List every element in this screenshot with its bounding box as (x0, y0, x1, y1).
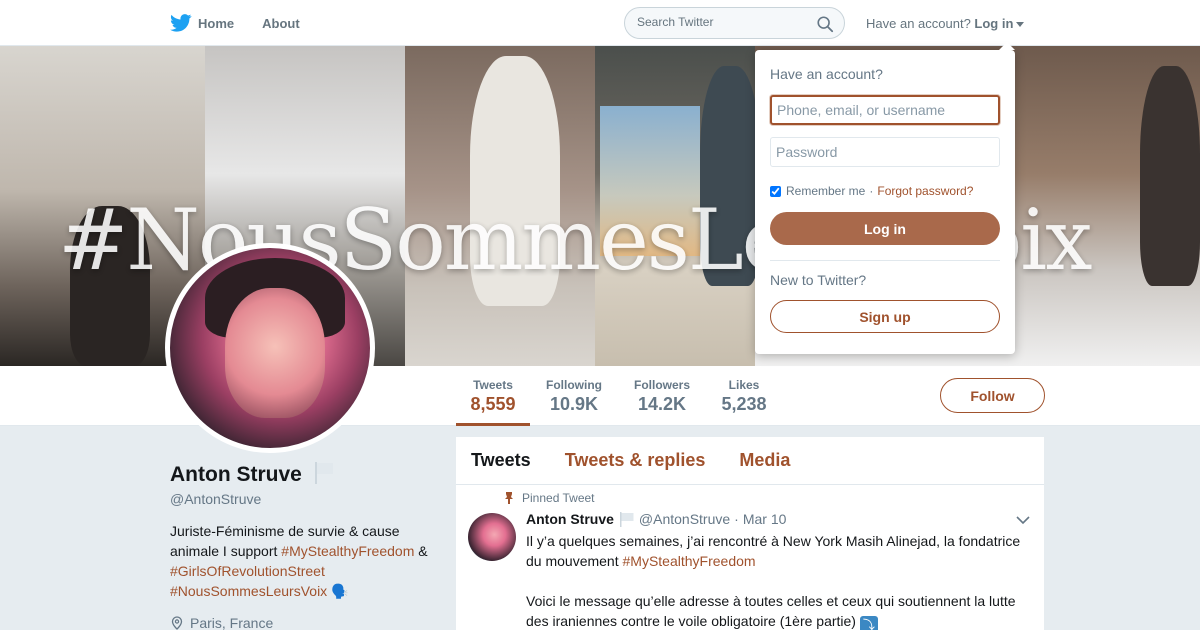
stat-label: Following (546, 378, 602, 392)
tweet-text: Il y’a quelques semaines, j’ai rencontré… (526, 531, 1026, 630)
profile-location: Paris, France (170, 615, 273, 630)
tweet-hashtag-link[interactable]: #MyStealthyFreedom (623, 553, 756, 569)
tweet-avatar[interactable] (468, 513, 516, 561)
tweet-text-part: Il y’a quelques semaines, j’ai rencontré… (526, 533, 1021, 569)
tweet-author-handle[interactable]: @AntonStruve (639, 511, 730, 527)
remember-me-row: Remember me · Forgot password? (770, 184, 973, 198)
tweet-author-name[interactable]: Anton Struve (526, 511, 614, 527)
search-icon[interactable] (816, 15, 834, 33)
username-field[interactable] (770, 95, 1000, 125)
caret-down-icon[interactable] (1016, 22, 1025, 28)
bio-hashtag-link[interactable]: #GirlsOfRevolutionStreet (170, 563, 325, 579)
profile-bio: Juriste-Féminisme de survie & cause anim… (170, 521, 440, 601)
bio-text: & (414, 543, 428, 559)
flag-icon (315, 462, 333, 484)
tweet-text-part: Voici le message qu’elle adresse à toute… (526, 593, 1016, 629)
stat-value: 10.9K (549, 394, 599, 414)
login-menu-toggle[interactable]: Log in (974, 16, 1013, 31)
login-button[interactable]: Log in (770, 212, 1000, 245)
home-link[interactable]: Home (170, 14, 234, 32)
location-pin-icon (171, 616, 183, 630)
pinned-text: Pinned Tweet (522, 491, 595, 505)
stat-tweets[interactable]: Tweets 8,559 (456, 378, 530, 415)
chevron-down-icon[interactable] (1016, 515, 1030, 525)
active-tab-underline (456, 423, 530, 426)
bio-hashtag-link[interactable]: #MyStealthyFreedom (281, 543, 414, 559)
stat-label: Tweets (473, 378, 513, 392)
signup-button[interactable]: Sign up (770, 300, 1000, 333)
arrow-down-emoji: ⤵ (859, 616, 878, 630)
forgot-password-link[interactable]: Forgot password? (877, 184, 973, 198)
remember-me-label[interactable]: Remember me (786, 184, 865, 198)
nav-links: Home About (170, 0, 328, 46)
search-box (624, 7, 845, 39)
dropdown-divider (770, 260, 1000, 261)
home-label: Home (198, 15, 235, 31)
top-nav: Home About Have an account? Log in (0, 0, 1200, 46)
stat-value: 14.2K (637, 394, 687, 414)
speaking-head-emoji: 🗣️ (331, 583, 349, 599)
login-dropdown: Have an account? Remember me · Forgot pa… (755, 42, 1015, 354)
stat-followers[interactable]: Followers 14.2K (628, 378, 696, 415)
timeline: Tweets Tweets & replies Media Pinned Twe… (456, 437, 1044, 630)
profile-name: Anton Struve (170, 463, 302, 486)
tweet-header: Anton Struve @AntonStruve · Mar 10 (526, 511, 786, 527)
bio-hashtag-link[interactable]: #NousSommesLeursVoix (170, 583, 327, 599)
stat-label: Likes (728, 378, 760, 392)
pinned-tweet[interactable]: Pinned Tweet Anton Struve @AntonStruve ·… (456, 485, 1044, 630)
pinned-label: Pinned Tweet (504, 491, 595, 505)
tab-tweets[interactable]: Tweets (471, 450, 531, 471)
profile-avatar[interactable] (165, 243, 375, 453)
avatar-face (225, 288, 325, 418)
tweet-separator: · (734, 511, 739, 527)
account-menu: Have an account? Log in (866, 16, 1025, 31)
new-to-twitter-text: New to Twitter? (770, 272, 867, 288)
stat-value: 5,238 (721, 394, 767, 414)
stat-value: 8,559 (470, 394, 516, 414)
stat-label: Followers (633, 378, 690, 392)
tweet-date[interactable]: Mar 10 (743, 511, 787, 527)
banner-figure (1140, 66, 1200, 286)
twitter-bird-icon (170, 14, 192, 32)
remember-me-checkbox[interactable] (770, 185, 781, 197)
pin-icon (505, 492, 513, 504)
tab-tweets-and-replies[interactable]: Tweets & replies (565, 450, 706, 471)
stat-following[interactable]: Following 10.9K (540, 378, 608, 415)
stat-likes[interactable]: Likes 5,238 (716, 378, 772, 415)
remember-separator: · (869, 184, 874, 198)
follow-button[interactable]: Follow (940, 378, 1045, 413)
dropdown-notch (999, 42, 1015, 50)
profile-handle[interactable]: @AntonStruve (170, 491, 261, 507)
timeline-tabs: Tweets Tweets & replies Media (456, 437, 1044, 485)
tab-media[interactable]: Media (739, 450, 790, 471)
password-field[interactable] (770, 137, 1000, 167)
login-title: Have an account? (770, 66, 883, 82)
account-prompt: Have an account? (866, 16, 971, 31)
search-input[interactable] (637, 15, 807, 29)
about-link[interactable]: About (262, 16, 300, 31)
location-text: Paris, France (190, 615, 274, 630)
flag-icon (619, 511, 634, 527)
